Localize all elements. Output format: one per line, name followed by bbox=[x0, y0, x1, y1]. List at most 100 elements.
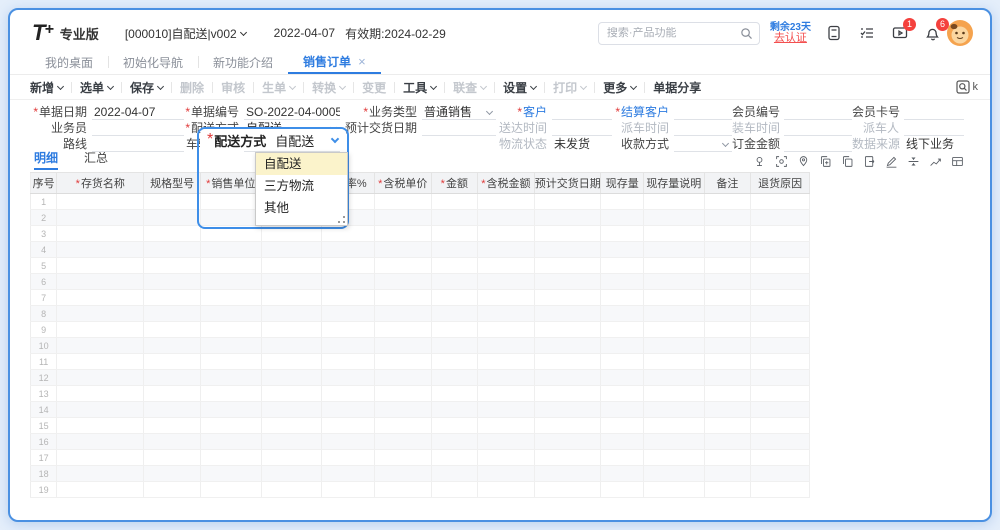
grid-cell[interactable] bbox=[200, 418, 261, 434]
field-input[interactable] bbox=[674, 121, 732, 136]
grid-cell[interactable] bbox=[601, 354, 643, 370]
tab-3[interactable]: 新功能介绍 bbox=[198, 50, 288, 74]
field-input[interactable] bbox=[904, 121, 964, 136]
grid-cell[interactable] bbox=[57, 290, 144, 306]
field-input[interactable] bbox=[784, 105, 852, 120]
grid-cell[interactable] bbox=[643, 306, 704, 322]
grid-cell[interactable] bbox=[200, 482, 261, 498]
grid-cell[interactable] bbox=[431, 274, 478, 290]
scan-icon[interactable] bbox=[775, 155, 788, 168]
grid-cell[interactable] bbox=[200, 434, 261, 450]
grid-cell[interactable] bbox=[374, 210, 431, 226]
grid-cell[interactable] bbox=[374, 434, 431, 450]
grid-cell[interactable] bbox=[144, 274, 201, 290]
grid-column-header[interactable]: *存货名称 bbox=[57, 173, 144, 194]
grid-row[interactable]: 15 bbox=[31, 418, 810, 434]
grid-cell[interactable] bbox=[704, 322, 751, 338]
grid-cell[interactable] bbox=[374, 482, 431, 498]
grid-cell[interactable] bbox=[704, 402, 751, 418]
grid-cell[interactable] bbox=[643, 370, 704, 386]
grid-column-header[interactable]: 现存量说明 bbox=[643, 173, 704, 194]
account-selector[interactable]: [000010]自配送|v002 bbox=[125, 25, 246, 42]
chevron-down-icon[interactable] bbox=[331, 135, 339, 143]
detail-grid[interactable]: 序号*存货名称规格型号*销售单位*销售数量*税率%*含税单价*金额*含税金额预计… bbox=[30, 172, 810, 498]
dropdown-option-3[interactable]: 其他 bbox=[256, 197, 347, 219]
grid-cell[interactable] bbox=[374, 194, 431, 210]
grid-cell[interactable] bbox=[431, 370, 478, 386]
grid-cell[interactable] bbox=[322, 450, 375, 466]
trend-icon[interactable] bbox=[929, 155, 942, 168]
grid-cell[interactable] bbox=[57, 354, 144, 370]
grid-cell[interactable] bbox=[57, 386, 144, 402]
grid-cell[interactable] bbox=[374, 242, 431, 258]
grid-cell[interactable] bbox=[534, 450, 601, 466]
grid-row[interactable]: 16 bbox=[31, 434, 810, 450]
field-input[interactable]: SO-2022-04-0005 bbox=[244, 105, 340, 120]
grid-cell[interactable] bbox=[374, 322, 431, 338]
grid-cell[interactable] bbox=[144, 194, 201, 210]
grid-column-header[interactable]: *含税金额 bbox=[478, 173, 535, 194]
grid-cell[interactable] bbox=[534, 242, 601, 258]
grid-cell[interactable] bbox=[601, 482, 643, 498]
grid-cell[interactable] bbox=[704, 242, 751, 258]
grid-cell[interactable] bbox=[144, 306, 201, 322]
grid-cell[interactable] bbox=[431, 194, 478, 210]
grid-cell[interactable] bbox=[57, 194, 144, 210]
grid-cell[interactable] bbox=[643, 450, 704, 466]
grid-row[interactable]: 1 bbox=[31, 194, 810, 210]
grid-cell[interactable] bbox=[478, 466, 535, 482]
grid-cell[interactable] bbox=[478, 402, 535, 418]
grid-cell[interactable] bbox=[431, 402, 478, 418]
grid-cell[interactable] bbox=[478, 194, 535, 210]
grid-cell[interactable] bbox=[431, 418, 478, 434]
grid-cell[interactable] bbox=[601, 386, 643, 402]
grid-row[interactable]: 7 bbox=[31, 290, 810, 306]
shortcut-hint[interactable]: k bbox=[956, 80, 979, 94]
grid-cell[interactable] bbox=[534, 338, 601, 354]
grid-cell[interactable] bbox=[144, 322, 201, 338]
verify-link[interactable]: 去认证 bbox=[770, 33, 811, 44]
grid-cell[interactable] bbox=[200, 450, 261, 466]
grid-cell[interactable] bbox=[261, 354, 322, 370]
grid-cell[interactable] bbox=[322, 242, 375, 258]
grid-cell[interactable] bbox=[374, 338, 431, 354]
grid-cell[interactable] bbox=[601, 242, 643, 258]
field-input[interactable] bbox=[552, 121, 612, 136]
grid-cell[interactable] bbox=[478, 210, 535, 226]
grid-row[interactable]: 3 bbox=[31, 226, 810, 242]
field-input[interactable] bbox=[674, 105, 732, 120]
grid-cell[interactable] bbox=[431, 354, 478, 370]
grid-cell[interactable] bbox=[534, 290, 601, 306]
grid-cell[interactable] bbox=[200, 306, 261, 322]
grid-cell[interactable] bbox=[200, 386, 261, 402]
grid-cell[interactable] bbox=[200, 466, 261, 482]
grid-cell[interactable] bbox=[57, 370, 144, 386]
grid-cell[interactable] bbox=[261, 306, 322, 322]
grid-cell[interactable] bbox=[751, 402, 810, 418]
grid-cell[interactable] bbox=[643, 258, 704, 274]
grid-column-header[interactable]: 预计交货日期 bbox=[534, 173, 601, 194]
grid-cell[interactable] bbox=[322, 402, 375, 418]
grid-cell[interactable] bbox=[643, 354, 704, 370]
grid-cell[interactable] bbox=[534, 402, 601, 418]
grid-cell[interactable] bbox=[261, 338, 322, 354]
grid-cell[interactable] bbox=[534, 194, 601, 210]
grid-cell[interactable] bbox=[704, 370, 751, 386]
grid-column-header[interactable]: 现存量 bbox=[601, 173, 643, 194]
grid-cell[interactable] bbox=[322, 386, 375, 402]
grid-cell[interactable] bbox=[751, 434, 810, 450]
grid-cell[interactable] bbox=[261, 274, 322, 290]
video-tutorial-icon[interactable]: 1 bbox=[891, 24, 909, 42]
grid-cell[interactable] bbox=[431, 210, 478, 226]
grid-cell[interactable] bbox=[144, 466, 201, 482]
grid-cell[interactable] bbox=[431, 306, 478, 322]
grid-cell[interactable] bbox=[322, 466, 375, 482]
field-input[interactable] bbox=[92, 121, 184, 136]
grid-cell[interactable] bbox=[704, 450, 751, 466]
grid-cell[interactable] bbox=[374, 402, 431, 418]
grid-cell[interactable] bbox=[200, 258, 261, 274]
grid-cell[interactable] bbox=[643, 482, 704, 498]
grid-cell[interactable] bbox=[534, 434, 601, 450]
grid-cell[interactable] bbox=[643, 418, 704, 434]
tab-4[interactable]: 销售订单× bbox=[288, 50, 381, 74]
